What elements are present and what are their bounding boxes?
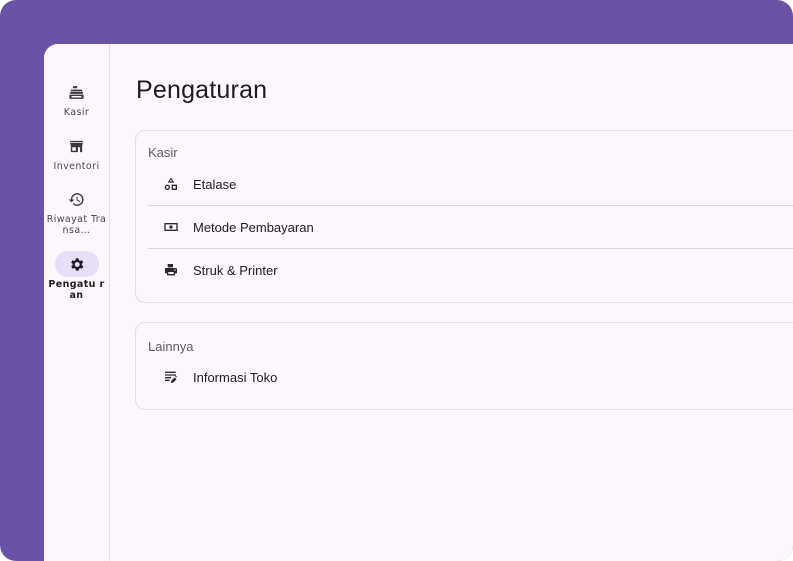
nav-label: Pengatu ran bbox=[48, 279, 105, 301]
store-icon bbox=[55, 133, 99, 159]
nav-item-inventori[interactable]: Inventori bbox=[44, 133, 109, 172]
money-icon bbox=[162, 218, 180, 236]
section-title: Kasir bbox=[148, 145, 178, 160]
store-info-icon bbox=[162, 368, 180, 386]
app-window: Kasir Inventori Riwayat Transa… Pengatu … bbox=[44, 44, 793, 561]
app-frame: Kasir Inventori Riwayat Transa… Pengatu … bbox=[0, 0, 793, 561]
settings-item-etalase[interactable]: Etalase bbox=[148, 163, 793, 206]
nav-item-riwayat[interactable]: Riwayat Transa… bbox=[44, 186, 109, 236]
gear-icon bbox=[54, 251, 99, 277]
settings-item-metode-pembayaran[interactable]: Metode Pembayaran bbox=[148, 206, 793, 249]
nav-item-kasir[interactable]: Kasir bbox=[44, 79, 109, 118]
settings-card-lainnya: Lainnya Informasi Toko bbox=[135, 322, 793, 410]
settings-item-informasi-toko[interactable]: Informasi Toko bbox=[148, 356, 793, 398]
cash-register-icon bbox=[55, 79, 99, 105]
settings-item-label: Struk & Printer bbox=[193, 262, 278, 278]
settings-item-label: Informasi Toko bbox=[193, 369, 278, 385]
nav-item-pengaturan[interactable]: Pengatu ran bbox=[44, 251, 109, 301]
nav-label: Inventori bbox=[53, 161, 100, 172]
navigation-rail: Kasir Inventori Riwayat Transa… Pengatu … bbox=[44, 44, 110, 561]
nav-label: Riwayat Transa… bbox=[46, 214, 107, 236]
printer-icon bbox=[162, 261, 180, 279]
settings-item-struk-printer[interactable]: Struk & Printer bbox=[148, 249, 793, 291]
section-title: Lainnya bbox=[148, 339, 194, 354]
page-title: Pengaturan bbox=[136, 76, 268, 104]
settings-item-label: Metode Pembayaran bbox=[193, 219, 314, 235]
settings-card-kasir: Kasir Etalase Metode Pembayaran Struk & … bbox=[135, 130, 793, 303]
nav-label: Kasir bbox=[63, 107, 90, 118]
settings-item-label: Etalase bbox=[193, 176, 237, 192]
history-icon bbox=[55, 186, 99, 212]
shapes-icon bbox=[162, 175, 180, 193]
